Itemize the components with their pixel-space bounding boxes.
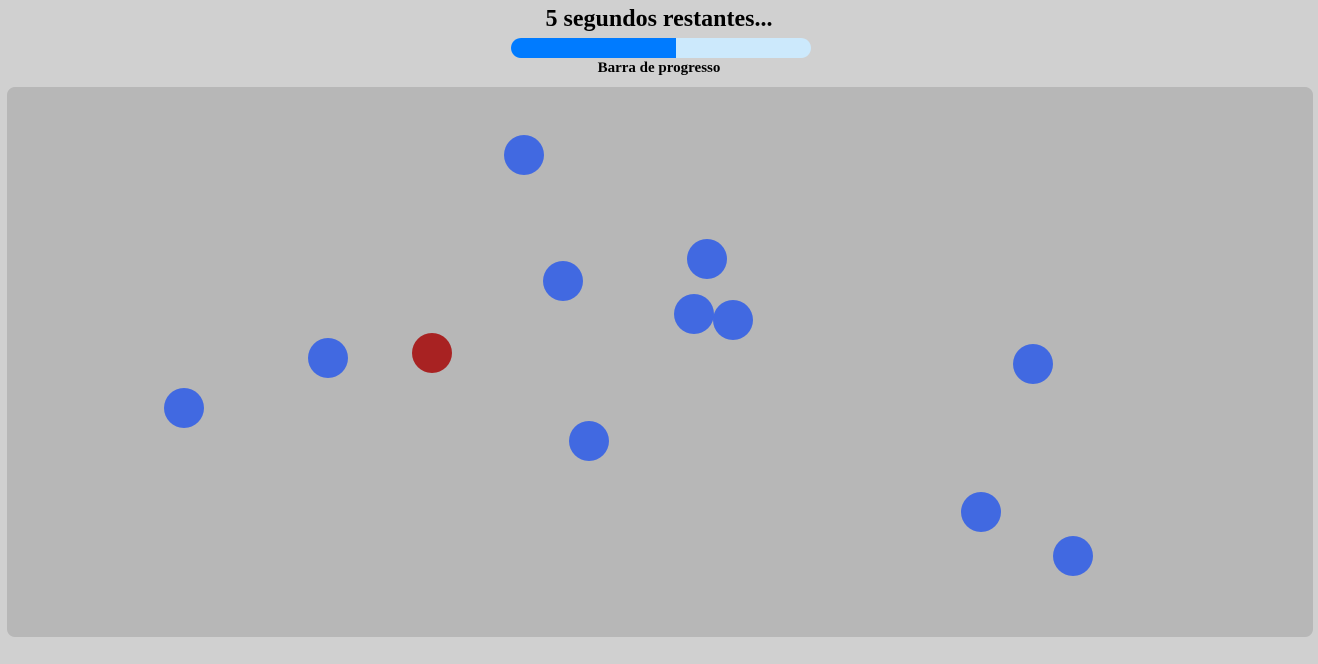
blue-ball[interactable] <box>164 388 204 428</box>
blue-ball[interactable] <box>674 294 714 334</box>
progress-bar-fill <box>511 38 676 58</box>
blue-ball[interactable] <box>569 421 609 461</box>
blue-ball[interactable] <box>961 492 1001 532</box>
header: 5 segundos restantes... Barra de progres… <box>0 0 1318 86</box>
blue-ball[interactable] <box>713 300 753 340</box>
game-area[interactable] <box>7 87 1313 637</box>
blue-ball[interactable] <box>1053 536 1093 576</box>
blue-ball[interactable] <box>1013 344 1053 384</box>
blue-ball[interactable] <box>308 338 348 378</box>
countdown-title: 5 segundos restantes... <box>545 6 773 32</box>
progress-bar-label: Barra de progresso <box>597 60 721 76</box>
blue-ball[interactable] <box>504 135 544 175</box>
blue-ball[interactable] <box>687 239 727 279</box>
blue-ball[interactable] <box>543 261 583 301</box>
progress-bar <box>511 38 811 58</box>
red-ball[interactable] <box>412 333 452 373</box>
